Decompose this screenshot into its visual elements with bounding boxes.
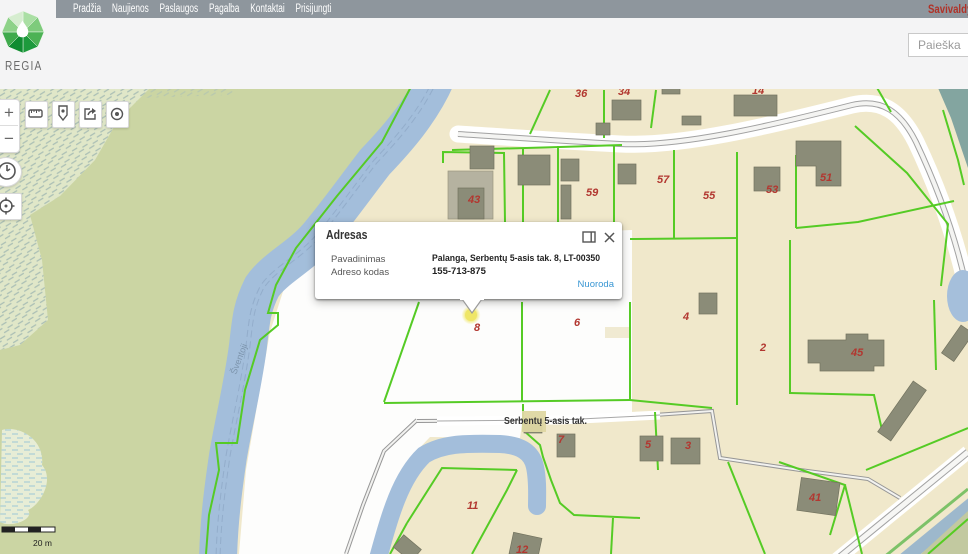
svg-text:6: 6 <box>574 317 581 329</box>
svg-text:43: 43 <box>467 194 480 206</box>
svg-text:55: 55 <box>703 190 716 202</box>
svg-text:41: 41 <box>808 492 821 504</box>
svg-text:2: 2 <box>759 342 766 354</box>
svg-text:8: 8 <box>474 322 481 334</box>
svg-text:57: 57 <box>657 174 670 186</box>
svg-text:4: 4 <box>682 311 689 323</box>
svg-text:53: 53 <box>766 184 778 196</box>
svg-text:20 m: 20 m <box>33 538 52 548</box>
svg-text:11: 11 <box>467 500 478 512</box>
svg-text:5: 5 <box>645 439 652 451</box>
svg-text:3: 3 <box>685 440 691 452</box>
svg-text:7: 7 <box>558 434 565 446</box>
svg-text:51: 51 <box>820 172 832 184</box>
svg-text:36: 36 <box>575 88 588 100</box>
svg-text:12: 12 <box>516 544 528 554</box>
svg-text:59: 59 <box>586 187 599 199</box>
svg-text:Serbentų 5-asis tak.: Serbentų 5-asis tak. <box>504 416 587 427</box>
svg-text:45: 45 <box>850 347 864 359</box>
